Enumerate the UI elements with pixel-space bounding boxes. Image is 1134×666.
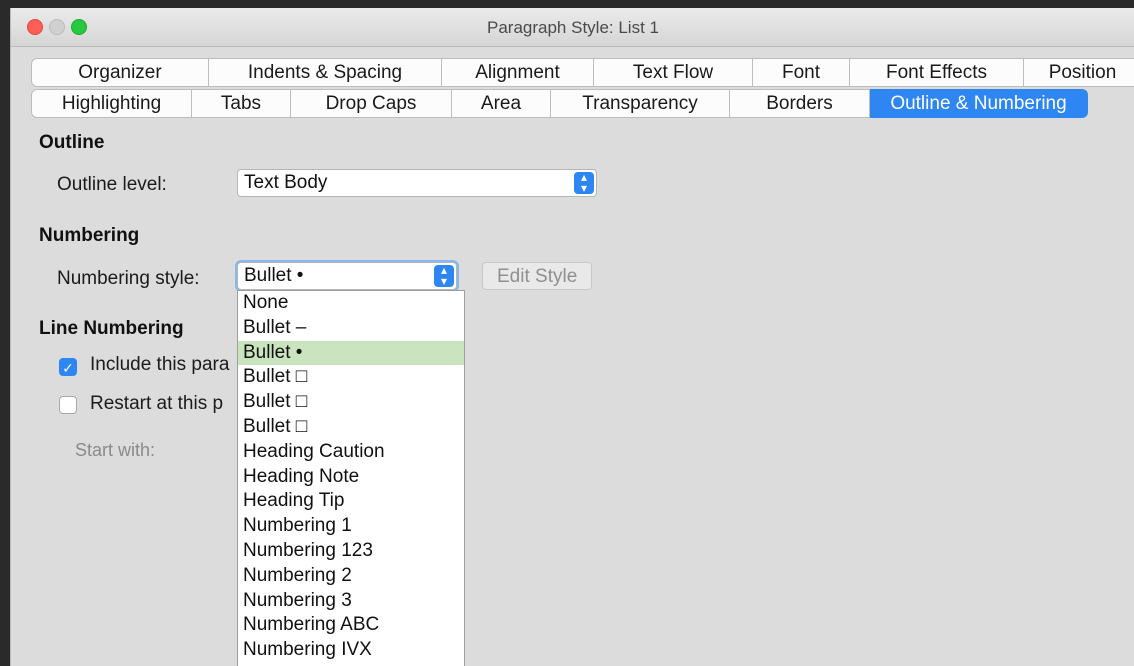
line-numbering-heading: Line Numbering bbox=[39, 318, 184, 339]
numbering-heading: Numbering bbox=[39, 225, 140, 246]
edit-style-button[interactable]: Edit Style bbox=[482, 262, 593, 290]
dialog-window: Paragraph Style: List 1 Organizer Indent… bbox=[10, 8, 1134, 666]
dropdown-option[interactable]: Bullet □ bbox=[238, 390, 464, 415]
tab-area[interactable]: Area bbox=[452, 89, 551, 118]
tab-position[interactable]: Position bbox=[1024, 58, 1134, 87]
dropdown-option[interactable]: Heading Caution bbox=[238, 440, 464, 465]
tab-alignment[interactable]: Alignment bbox=[442, 58, 594, 87]
tab-font[interactable]: Font bbox=[753, 58, 850, 87]
tab-font-effects[interactable]: Font Effects bbox=[850, 58, 1024, 87]
updown-arrows-icon: ▴ ▾ bbox=[574, 171, 594, 194]
tab-highlighting[interactable]: Highlighting bbox=[31, 89, 192, 118]
tab-indents-spacing[interactable]: Indents & Spacing bbox=[209, 58, 442, 87]
outline-heading: Outline bbox=[39, 132, 105, 153]
dropdown-option[interactable]: Bullet – bbox=[238, 316, 464, 341]
outline-level-value: Text Body bbox=[244, 172, 328, 193]
tab-borders[interactable]: Borders bbox=[730, 89, 870, 118]
updown-arrows-icon: ▴ ▾ bbox=[434, 264, 454, 287]
dropdown-option[interactable]: Numbering 123 bbox=[238, 539, 464, 564]
outline-level-label: Outline level: bbox=[57, 174, 167, 195]
numbering-style-label: Numbering style: bbox=[57, 268, 200, 289]
dropdown-option[interactable]: Heading Note bbox=[238, 465, 464, 490]
tab-drop-caps[interactable]: Drop Caps bbox=[291, 89, 452, 118]
start-with-label: Start with: bbox=[75, 440, 156, 460]
title-bar: Paragraph Style: List 1 bbox=[11, 8, 1134, 47]
dropdown-option[interactable]: Numbering 2 bbox=[238, 564, 464, 589]
window-title: Paragraph Style: List 1 bbox=[487, 18, 659, 37]
dropdown-option[interactable]: Numbering 3 bbox=[238, 589, 464, 614]
numbering-style-value: Bullet • bbox=[244, 265, 304, 286]
dropdown-option[interactable]: Numbering IVX bbox=[238, 638, 464, 663]
dropdown-option[interactable]: Bullet □ bbox=[238, 365, 464, 390]
dropdown-option[interactable]: Numbering ABC bbox=[238, 613, 464, 638]
include-checkbox[interactable]: ✓ bbox=[59, 358, 77, 376]
numbering-style-select[interactable]: Bullet • ▴ ▾ bbox=[237, 262, 457, 290]
dropdown-option[interactable]: Bullet □ bbox=[238, 415, 464, 440]
restart-label: Restart at this p bbox=[90, 393, 224, 414]
dropdown-option[interactable]: None bbox=[238, 291, 464, 316]
tab-outline-numbering[interactable]: Outline & Numbering bbox=[870, 89, 1088, 118]
dropdown-option-selected[interactable]: Bullet • bbox=[238, 340, 464, 366]
tab-row-2: Highlighting Tabs Drop Caps Area Transpa… bbox=[31, 89, 1088, 118]
tab-row-1: Organizer Indents & Spacing Alignment Te… bbox=[31, 58, 1134, 87]
tab-tabs[interactable]: Tabs bbox=[192, 89, 291, 118]
include-label: Include this para bbox=[90, 354, 230, 375]
tab-text-flow[interactable]: Text Flow bbox=[594, 58, 753, 87]
tab-transparency[interactable]: Transparency bbox=[551, 89, 730, 118]
dropdown-option[interactable]: Numbering 1 bbox=[238, 514, 464, 539]
numbering-style-dropdown: None Bullet – Bullet • Bullet □ Bullet □… bbox=[237, 290, 465, 666]
dropdown-option[interactable]: Heading Tip bbox=[238, 489, 464, 514]
outline-level-select[interactable]: Text Body ▴ ▾ bbox=[237, 169, 597, 197]
tab-organizer[interactable]: Organizer bbox=[31, 58, 209, 87]
restart-checkbox[interactable] bbox=[59, 396, 77, 414]
